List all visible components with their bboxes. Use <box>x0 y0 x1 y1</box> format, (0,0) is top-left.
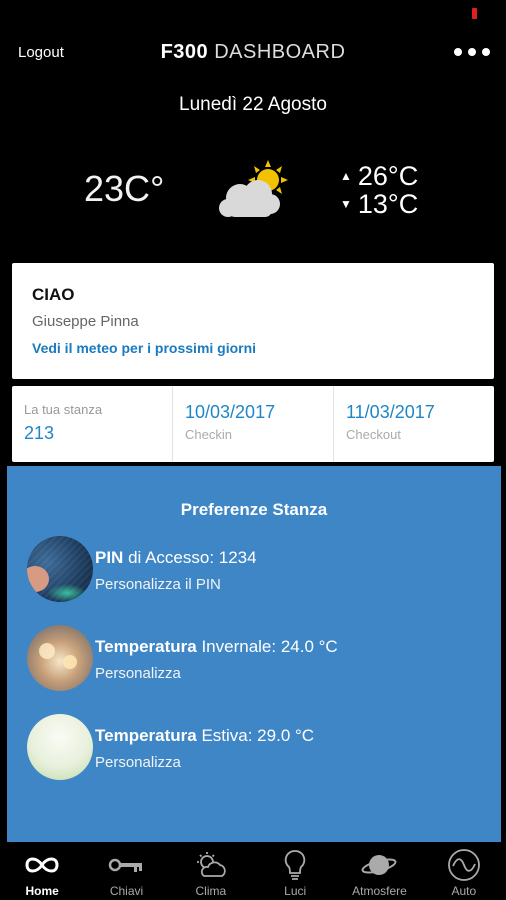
pin-thumbnail <box>27 536 93 602</box>
greeting-card: CIAO Giuseppe Pinna Vedi il meteo per i … <box>12 263 494 379</box>
checkout-cell: 11/03/2017 Checkout <box>334 386 494 462</box>
room-cell: La tua stanza 213 <box>12 386 173 462</box>
key-icon <box>106 848 146 882</box>
weather-panel: 23C° ▲ 26°C ▼ 13°C <box>0 150 506 230</box>
forecast-link[interactable]: Vedi il meteo per i prossimi giorni <box>32 340 474 356</box>
app-title-section: DASHBOARD <box>214 41 346 63</box>
checkout-date: 11/03/2017 <box>346 402 435 422</box>
pin-preference-action[interactable]: Personalizza il PIN <box>95 576 257 593</box>
planet-icon <box>359 848 399 882</box>
summer-thumbnail <box>27 714 93 780</box>
current-date: Lunedì 22 Agosto <box>179 94 327 115</box>
summer-temperature-value: Estiva: 29.0 °C <box>196 726 315 745</box>
tab-auto-label: Auto <box>451 884 477 898</box>
app-title-brand: F300 <box>160 41 209 63</box>
temperature-range: ▲ 26°C ▼ 13°C <box>340 162 418 218</box>
stay-info-card: La tua stanza 213 10/03/2017 Checkin 11/… <box>12 386 494 462</box>
winter-temperature-keyword: Temperatura <box>95 637 197 656</box>
more-options-icon[interactable] <box>454 44 490 60</box>
preferences-title: Preferenze Stanza <box>180 500 328 519</box>
current-temperature: 23C° <box>84 168 165 209</box>
tab-climate-label: Clima <box>195 884 227 898</box>
up-arrow-icon: ▲ <box>340 169 352 183</box>
checkout-label: Checkout <box>346 427 401 442</box>
bottom-tab-bar: Home Chiavi Clima Luci Atmosfere Auto <box>0 842 506 900</box>
tab-keys[interactable]: Chiavi <box>84 842 168 900</box>
summer-temperature-text: Temperatura Estiva: 29.0 °C <box>95 726 314 746</box>
winter-temperature-action[interactable]: Personalizza <box>95 665 338 682</box>
checkin-cell: 10/03/2017 Checkin <box>173 386 334 462</box>
room-number: 213 <box>24 423 55 443</box>
checkin-label: Checkin <box>185 427 232 442</box>
tab-auto[interactable]: Auto <box>422 842 506 900</box>
app-title: F300 DASHBOARD <box>0 41 506 64</box>
summer-temperature-item[interactable]: Temperatura Estiva: 29.0 °C Personalizza <box>27 714 487 780</box>
climate-icon <box>191 848 231 882</box>
down-arrow-icon: ▼ <box>340 197 352 211</box>
winter-thumbnail <box>27 625 93 691</box>
top-bar: Logout F300 DASHBOARD <box>0 0 506 80</box>
tab-lights[interactable]: Luci <box>253 842 337 900</box>
partly-cloudy-icon <box>214 158 294 222</box>
winter-temperature-value: Invernale: 24.0 °C <box>196 637 338 656</box>
tab-home[interactable]: Home <box>0 842 84 900</box>
greeting-title: CIAO <box>32 285 75 304</box>
auto-wave-icon <box>444 848 484 882</box>
tab-keys-label: Chiavi <box>109 884 144 898</box>
summer-temperature-keyword: Temperatura <box>95 726 197 745</box>
min-temperature: 13°C <box>357 189 419 219</box>
pin-preference-value: di Accesso: 1234 <box>123 548 257 567</box>
checkin-date: 10/03/2017 <box>185 402 276 422</box>
pin-preference-keyword: PIN <box>95 548 124 567</box>
tab-atmospheres[interactable]: Atmosfere <box>337 842 421 900</box>
tab-home-label: Home <box>25 884 59 898</box>
tab-climate[interactable]: Clima <box>169 842 253 900</box>
tab-atmospheres-label: Atmosfere <box>352 884 407 898</box>
winter-temperature-item[interactable]: Temperatura Invernale: 24.0 °C Personali… <box>27 625 487 691</box>
winter-temperature-text: Temperatura Invernale: 24.0 °C <box>95 637 338 657</box>
summer-temperature-action[interactable]: Personalizza <box>95 754 314 771</box>
infinity-icon <box>22 848 62 882</box>
pin-preference-item[interactable]: PIN di Accesso: 1234 Personalizza il PIN <box>27 536 487 602</box>
lightbulb-icon <box>275 848 315 882</box>
max-temperature: 26°C <box>357 161 419 191</box>
room-preferences-panel: Preferenze Stanza PIN di Accesso: 1234 P… <box>7 466 501 842</box>
tab-lights-label: Luci <box>284 884 307 898</box>
guest-name: Giuseppe Pinna <box>32 313 139 330</box>
pin-preference-text: PIN di Accesso: 1234 <box>95 548 257 568</box>
room-label: La tua stanza <box>24 402 103 417</box>
